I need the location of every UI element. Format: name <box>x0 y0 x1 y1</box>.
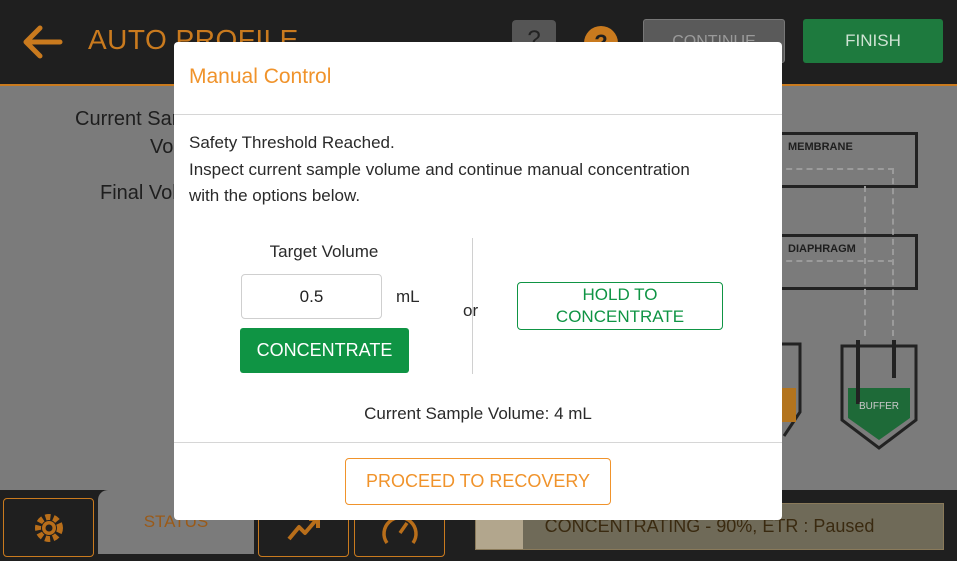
dialog-header-divider <box>174 114 782 115</box>
membrane-label: MEMBRANE <box>788 141 853 153</box>
settings-tab[interactable] <box>3 498 94 557</box>
dialog-title: Manual Control <box>189 65 332 88</box>
dialog-message-line: with the options below. <box>189 186 361 205</box>
hold-button-label-line2: CONCENTRATE <box>555 307 685 326</box>
current-sample-volume: Current Sample Volume: 4 mL <box>364 404 592 423</box>
manual-control-dialog: Manual Control Safety Threshold Reached.… <box>174 42 782 520</box>
unit-label: mL <box>396 287 420 306</box>
buffer-label: BUFFER <box>859 401 899 412</box>
target-volume-input[interactable] <box>241 274 382 319</box>
flow-line <box>892 168 894 336</box>
or-label: or <box>463 301 479 320</box>
flow-line <box>776 260 894 262</box>
proceed-to-recovery-button[interactable]: PROCEED TO RECOVERY <box>345 458 611 505</box>
dialog-message-line: Inspect current sample volume and contin… <box>189 160 690 179</box>
dialog-message-line: Safety Threshold Reached. <box>189 133 395 152</box>
gear-icon <box>35 514 63 542</box>
diaphragm-label: DIAPHRAGM <box>788 243 856 255</box>
concentrate-button[interactable]: CONCENTRATE <box>240 328 409 373</box>
back-arrow-icon[interactable] <box>20 22 64 62</box>
target-volume-label: Target Volume <box>269 242 379 261</box>
flow-line <box>776 168 894 170</box>
finish-button[interactable]: FINISH <box>803 19 943 63</box>
hold-button-label-line1: HOLD TO <box>582 285 658 304</box>
hold-to-concentrate-button[interactable]: HOLD TO CONCENTRATE <box>517 282 723 330</box>
buffer-vessel <box>840 340 918 450</box>
sample-vessel <box>780 342 802 437</box>
dialog-footer-divider <box>174 442 782 443</box>
